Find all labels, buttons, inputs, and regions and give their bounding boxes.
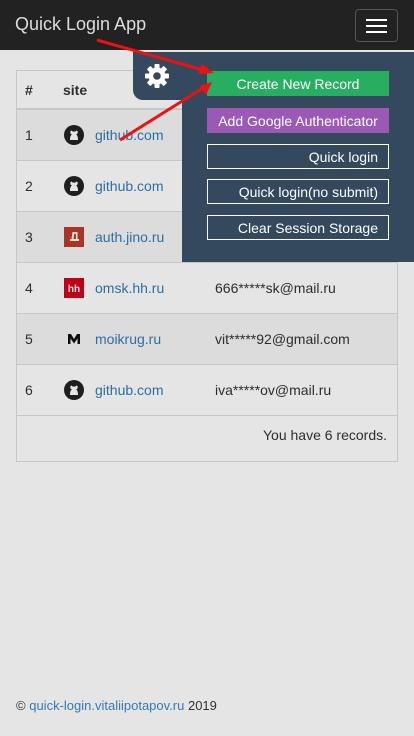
app-title[interactable]: Quick Login App: [15, 14, 146, 35]
copyright-year: 2019: [187, 698, 217, 713]
site-footer-link[interactable]: quick-login.vitaliipotapov.ru: [29, 698, 184, 713]
settings-tab[interactable]: [133, 52, 185, 100]
hamburger-icon: [366, 19, 387, 21]
clear-session-storage-button[interactable]: Clear Session Storage: [207, 215, 389, 240]
menu-toggle-button[interactable]: [355, 9, 398, 42]
quick-login-button[interactable]: Quick login: [207, 144, 389, 169]
add-google-authenticator-button[interactable]: Add Google Authenticator: [207, 108, 389, 133]
quick-login-no-submit-button[interactable]: Quick login(no submit): [207, 179, 389, 204]
copyright-symbol: ©: [16, 698, 26, 713]
actions-menu: Create New Record Add Google Authenticat…: [182, 52, 414, 262]
gear-icon: [145, 64, 169, 88]
create-new-record-button[interactable]: Create New Record: [207, 71, 389, 96]
navbar: Quick Login App: [0, 0, 414, 50]
page-footer: © quick-login.vitaliipotapov.ru 2019: [0, 678, 414, 736]
